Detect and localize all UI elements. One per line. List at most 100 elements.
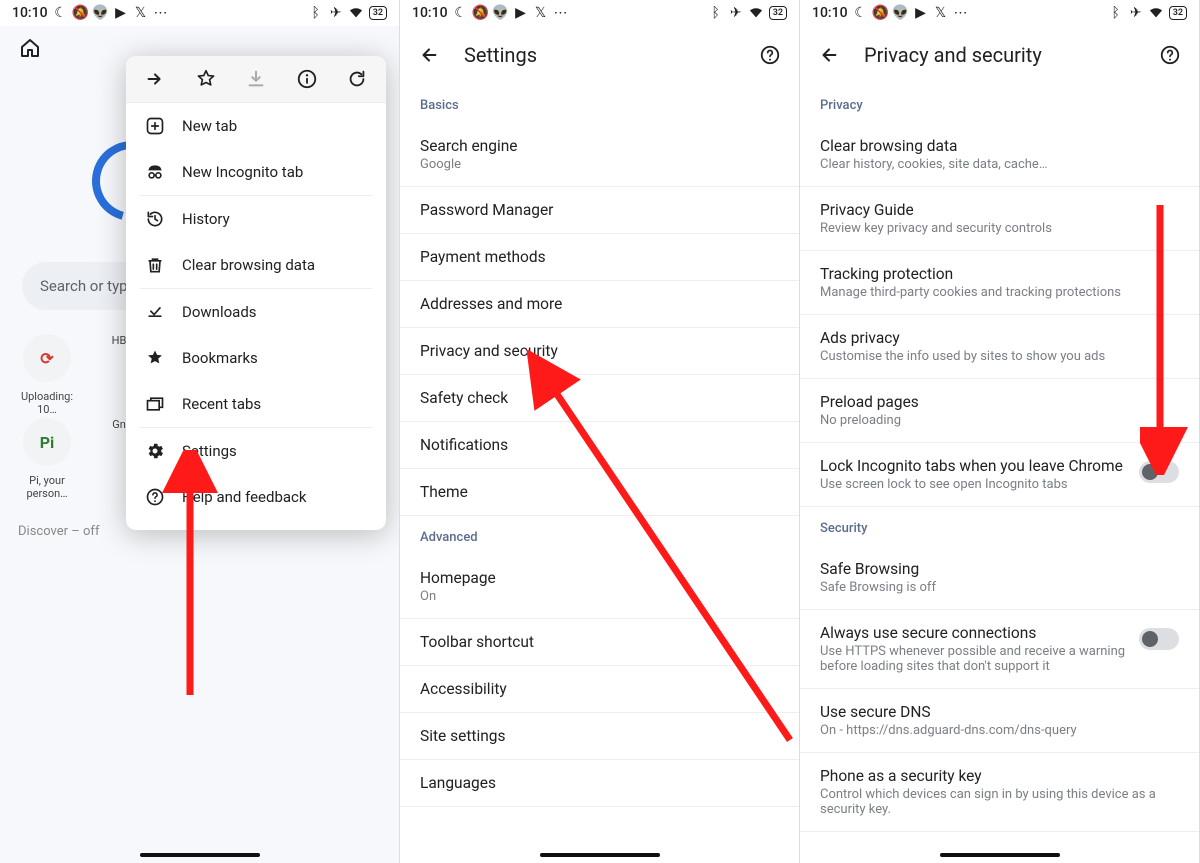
incognito-icon: [144, 162, 166, 182]
reload-icon[interactable]: [346, 68, 368, 90]
pref-always-use-secure-connections[interactable]: Always use secure connectionsUse HTTPS w…: [800, 610, 1199, 689]
pref-title: Phone as a security key: [820, 767, 1179, 785]
menu-item-label: Help and feedback: [182, 488, 307, 506]
pref-subtitle: Safe Browsing is off: [820, 580, 1179, 595]
pref-title: Tracking protection: [820, 265, 1179, 283]
dnd-icon: ☾: [854, 6, 868, 20]
airplane-icon: ✈: [329, 6, 343, 20]
gesture-bar: [940, 853, 1060, 857]
pref-title: Use secure DNS: [820, 703, 1179, 721]
gear-icon: [144, 441, 166, 461]
pref-title: Toolbar shortcut: [420, 633, 779, 651]
toggle-switch[interactable]: [1139, 628, 1179, 650]
section-header-basics: Basics: [400, 84, 799, 123]
menu-item-clear-browsing-data[interactable]: Clear browsing data: [126, 242, 386, 288]
mute-icon: 🔕: [474, 6, 488, 20]
pref-clear-browsing-data[interactable]: Clear browsing dataClear history, cookie…: [800, 123, 1199, 187]
status-bar: 10:10 ☾ 🔕 👽 ▶ 𝕏 ⋯ ᛒ ✈ 32: [800, 0, 1199, 26]
menu-item-help-and-feedback[interactable]: Help and feedback: [126, 474, 386, 520]
pref-search-engine[interactable]: Search engineGoogle: [400, 123, 799, 187]
help-circle-icon[interactable]: [1159, 44, 1181, 66]
x-icon: 𝕏: [934, 6, 948, 20]
bookmark-star-icon[interactable]: [195, 68, 217, 90]
app-bar: Settings: [400, 26, 799, 84]
reddit-icon: 👽: [494, 6, 508, 20]
menu-item-new-tab[interactable]: New tab: [126, 103, 386, 149]
forward-icon[interactable]: [144, 68, 166, 90]
pref-safe-browsing[interactable]: Safe Browsing Safe Browsing is off: [800, 546, 1199, 610]
discover-status: Discover – off: [18, 524, 99, 539]
pref-homepage[interactable]: HomepageOn: [400, 555, 799, 619]
menu-item-downloads[interactable]: Downloads: [126, 289, 386, 335]
pref-toolbar-shortcut[interactable]: Toolbar shortcut: [400, 619, 799, 666]
menu-item-label: Clear browsing data: [182, 256, 315, 274]
pref-title: Accessibility: [420, 680, 779, 698]
pref-title: Safety check: [420, 389, 779, 407]
page-title: Privacy and security: [864, 43, 1159, 67]
toggle-switch[interactable]: [1139, 461, 1179, 483]
pref-title: Always use secure connections: [820, 624, 1127, 642]
pref-subtitle: Manage third-party cookies and tracking …: [820, 285, 1179, 300]
tabs-icon: [144, 394, 166, 414]
play-icon: ▶: [914, 6, 928, 20]
pref-ads-privacy[interactable]: Ads privacyCustomise the info used by si…: [800, 315, 1199, 379]
wifi-icon: [1149, 6, 1163, 20]
status-bar: 10:10 ☾ 🔕 👽 ▶ 𝕏 ⋯ ᛒ ✈ 32: [400, 0, 799, 26]
menu-item-new-incognito-tab[interactable]: New Incognito tab: [126, 149, 386, 195]
more-icon: ⋯: [954, 6, 968, 20]
pref-preload-pages[interactable]: Preload pagesNo preloading: [800, 379, 1199, 443]
section-header-security: Security: [800, 507, 1199, 546]
x-icon: 𝕏: [534, 6, 548, 20]
shortcut-item[interactable]: Pi Pi, your person…: [18, 418, 76, 500]
pref-payment-methods[interactable]: Payment methods: [400, 234, 799, 281]
pref-privacy-and-security[interactable]: Privacy and security: [400, 328, 799, 375]
phone-screen-2: 10:10 ☾ 🔕 👽 ▶ 𝕏 ⋯ ᛒ ✈ 32 Settings Basics…: [400, 0, 800, 863]
pref-use-secure-dns[interactable]: Use secure DNSOn - https://dns.adguard-d…: [800, 689, 1199, 753]
help-circle-icon[interactable]: [759, 44, 781, 66]
menu-icon-row: [126, 56, 386, 103]
pref-safety-check[interactable]: Safety check: [400, 375, 799, 422]
pref-theme[interactable]: Theme: [400, 469, 799, 516]
menu-item-settings[interactable]: Settings: [126, 428, 386, 474]
status-bar: 10:10 ☾ 🔕 👽 ▶ 𝕏 ⋯ ᛒ ✈ 32: [0, 0, 399, 26]
back-icon[interactable]: [418, 44, 440, 66]
help-circle-icon: [144, 487, 166, 507]
pref-phone-as-a-security-key[interactable]: Phone as a security key Control which dev…: [800, 753, 1199, 832]
trash-icon: [144, 255, 166, 275]
reddit-icon: 👽: [894, 6, 908, 20]
shortcut-item[interactable]: ⟳ Uploading: 10…: [18, 334, 76, 416]
sync-icon: ⟳: [23, 334, 71, 382]
section-header-advanced: Advanced: [400, 516, 799, 555]
bluetooth-icon: ᛒ: [309, 6, 323, 20]
info-icon[interactable]: [296, 68, 318, 90]
pref-password-manager[interactable]: Password Manager: [400, 187, 799, 234]
pref-accessibility[interactable]: Accessibility: [400, 666, 799, 713]
menu-item-history[interactable]: History: [126, 196, 386, 242]
pref-notifications[interactable]: Notifications: [400, 422, 799, 469]
pref-tracking-protection[interactable]: Tracking protection Manage third-party co…: [800, 251, 1199, 315]
back-icon[interactable]: [818, 44, 840, 66]
download-check-icon: [144, 302, 166, 322]
menu-item-recent-tabs[interactable]: Recent tabs: [126, 381, 386, 427]
pref-title: Password Manager: [420, 201, 779, 219]
pref-subtitle: Clear history, cookies, site data, cache…: [820, 157, 1179, 172]
pref-languages[interactable]: Languages: [400, 760, 799, 807]
menu-item-bookmarks[interactable]: Bookmarks: [126, 335, 386, 381]
download-icon[interactable]: [245, 68, 267, 90]
pref-site-settings[interactable]: Site settings: [400, 713, 799, 760]
pref-title: Search engine: [420, 137, 779, 155]
pref-subtitle: On: [420, 589, 779, 604]
pref-lock-incognito-tabs-when-you-leave-chrome[interactable]: Lock Incognito tabs when you leave Chrom…: [800, 443, 1199, 507]
wifi-icon: [749, 6, 763, 20]
overflow-menu: New tab New Incognito tab History Clear bro…: [126, 56, 386, 530]
airplane-icon: ✈: [729, 6, 743, 20]
pref-title: Safe Browsing: [820, 560, 1179, 578]
home-icon[interactable]: [18, 36, 42, 60]
pref-privacy-guide[interactable]: Privacy GuideReview key privacy and secu…: [800, 187, 1199, 251]
pref-addresses-and-more[interactable]: Addresses and more: [400, 281, 799, 328]
pref-subtitle: Control which devices can sign in by usi…: [820, 787, 1179, 817]
mute-icon: 🔕: [874, 6, 888, 20]
pref-subtitle: Review key privacy and security controls: [820, 221, 1179, 236]
dnd-icon: ☾: [454, 6, 468, 20]
menu-item-label: New Incognito tab: [182, 163, 303, 181]
